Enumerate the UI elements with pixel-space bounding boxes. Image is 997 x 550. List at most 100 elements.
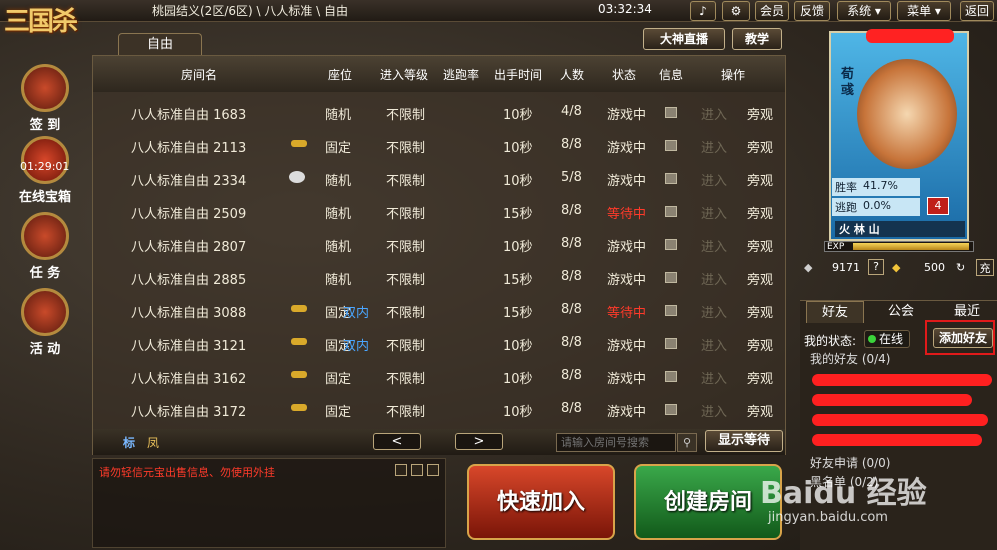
table-header: 房间名 座位 进入等级 逃跑率 出手时间 人数 状态 信息 操作 [93, 56, 785, 92]
join-button[interactable]: 进入 [701, 170, 727, 189]
room-name: 八人标准自由 3172 [131, 405, 247, 420]
room-status: 游戏中 [607, 339, 647, 354]
system-menu-button[interactable]: 系统 ▾ [837, 1, 891, 21]
join-button[interactable]: 进入 [701, 137, 727, 156]
watch-button[interactable]: 旁观 [747, 302, 773, 321]
tasks-button[interactable]: 任 务 [16, 212, 74, 281]
table-row[interactable]: 八人标准自由 3121 固定 双内 不限制 10秒 8/8 游戏中 进入 旁观 [93, 327, 785, 360]
info-icon[interactable] [665, 140, 677, 151]
next-page-button[interactable]: > [455, 433, 503, 450]
info-icon[interactable] [665, 107, 677, 118]
watch-button[interactable]: 旁观 [747, 203, 773, 222]
join-button[interactable]: 进入 [701, 104, 727, 123]
exp-fill [853, 243, 969, 250]
col-actions: 操作 [721, 68, 746, 82]
join-button[interactable]: 进入 [701, 368, 727, 387]
room-level: 不限制 [386, 372, 426, 387]
recharge-button[interactable]: 充 [976, 259, 994, 276]
join-button[interactable]: 进入 [701, 203, 727, 222]
join-button[interactable]: 进入 [701, 236, 727, 255]
chat-settings-icon[interactable] [395, 464, 407, 476]
chat-expand-icon[interactable] [427, 464, 439, 476]
events-label: 活 动 [29, 342, 61, 357]
room-name: 八人标准自由 2113 [131, 141, 247, 156]
status-dropdown[interactable]: 在线 [864, 330, 910, 348]
tab-guild[interactable]: 公会 [872, 301, 930, 323]
main-menu-button[interactable]: 菜单 ▾ [897, 1, 951, 21]
watch-button[interactable]: 旁观 [747, 104, 773, 123]
tab-free[interactable]: 自由 [118, 33, 202, 55]
room-seat: 固定 [325, 141, 352, 156]
table-row[interactable]: 八人标准自由 3088 固定 双内 不限制 15秒 8/8 等待中 进入 旁观 [93, 294, 785, 327]
refresh-icon[interactable]: ↻ [956, 261, 965, 274]
room-turn-time: 10秒 [503, 240, 533, 255]
my-friends-group[interactable]: 我的好友 (0/4) [810, 350, 891, 367]
search-icon[interactable]: ⚲ [677, 433, 697, 452]
tasks-label: 任 务 [29, 266, 61, 281]
quick-join-button[interactable]: 快速加入 [467, 464, 615, 540]
watch-button[interactable]: 旁观 [747, 368, 773, 387]
table-row[interactable]: 八人标准自由 3162 固定 不限制 10秒 8/8 游戏中 进入 旁观 [93, 360, 785, 393]
room-player-count: 8/8 [561, 401, 582, 416]
join-button[interactable]: 进入 [701, 269, 727, 288]
gear-icon[interactable]: ⚙ [722, 1, 750, 21]
room-player-count: 5/8 [561, 170, 582, 185]
info-icon[interactable] [665, 239, 677, 250]
table-row[interactable]: 八人标准自由 1683 随机 不限制 10秒 4/8 游戏中 进入 旁观 [93, 96, 785, 129]
info-icon[interactable] [665, 404, 677, 415]
calendar-icon [21, 64, 69, 112]
sign-in-button[interactable]: 签 到 [16, 64, 74, 133]
join-button[interactable]: 进入 [701, 335, 727, 354]
col-room-name: 房间名 [181, 68, 218, 82]
table-row[interactable]: 八人标准自由 2509 随机 不限制 15秒 8/8 等待中 进入 旁观 [93, 195, 785, 228]
feedback-button[interactable]: 反馈 [794, 1, 830, 21]
events-button[interactable]: 活 动 [16, 288, 74, 357]
tab-friends[interactable]: 好友 [806, 301, 864, 323]
join-button[interactable]: 进入 [701, 401, 727, 420]
help-icon[interactable]: ? [868, 259, 884, 275]
join-button[interactable]: 进入 [701, 302, 727, 321]
vip-button[interactable]: 会员 [755, 1, 789, 21]
col-info: 信息 [659, 68, 684, 82]
chat-clear-icon[interactable] [411, 464, 423, 476]
table-row[interactable]: 八人标准自由 2334 随机 不限制 10秒 5/8 游戏中 进入 旁观 [93, 162, 785, 195]
info-icon[interactable] [665, 371, 677, 382]
info-icon[interactable] [665, 305, 677, 316]
watch-button[interactable]: 旁观 [747, 335, 773, 354]
room-status: 游戏中 [607, 405, 647, 420]
room-turn-time: 15秒 [503, 207, 533, 222]
table-row[interactable]: 八人标准自由 2113 固定 不限制 10秒 8/8 游戏中 进入 旁观 [93, 129, 785, 162]
live-stream-button[interactable]: 大神直播 [643, 28, 725, 50]
room-player-count: 8/8 [561, 335, 582, 350]
watch-button[interactable]: 旁观 [747, 401, 773, 420]
table-row[interactable]: 八人标准自由 3172 固定 不限制 10秒 8/8 游戏中 进入 旁观 [93, 393, 785, 426]
watch-button[interactable]: 旁观 [747, 236, 773, 255]
key-icon [291, 371, 307, 378]
chat-warning: 请勿轻信元宝出售信息、勿使用外挂 [99, 466, 275, 479]
music-icon[interactable]: ♪ [690, 1, 716, 21]
show-waiting-button[interactable]: 显示等待 [705, 430, 783, 452]
room-level: 不限制 [386, 339, 426, 354]
chat-box[interactable]: 请勿轻信元宝出售信息、勿使用外挂 [92, 458, 446, 548]
prev-page-button[interactable]: < [373, 433, 421, 450]
table-row[interactable]: 八人标准自由 2885 随机 不限制 15秒 8/8 游戏中 进入 旁观 [93, 261, 785, 294]
col-escape-rate: 逃跑率 [443, 68, 480, 82]
watch-button[interactable]: 旁观 [747, 170, 773, 189]
no-chat-icon [289, 171, 305, 183]
tutorial-button[interactable]: 教学 [732, 28, 782, 50]
room-player-count: 8/8 [561, 302, 582, 317]
room-search-input[interactable] [556, 433, 676, 452]
info-icon[interactable] [665, 272, 677, 283]
room-name: 八人标准自由 2334 [131, 174, 247, 189]
info-icon[interactable] [665, 173, 677, 184]
room-status: 游戏中 [607, 372, 647, 387]
watch-button[interactable]: 旁观 [747, 269, 773, 288]
info-icon[interactable] [665, 338, 677, 349]
exp-label: EXP [827, 242, 845, 252]
add-friend-button[interactable]: 添加好友 [933, 328, 993, 348]
info-icon[interactable] [665, 206, 677, 217]
back-button[interactable]: 返回 [960, 1, 994, 21]
watch-button[interactable]: 旁观 [747, 137, 773, 156]
table-row[interactable]: 八人标准自由 2807 随机 不限制 10秒 8/8 游戏中 进入 旁观 [93, 228, 785, 261]
general-name: 荀彧 [841, 67, 855, 98]
